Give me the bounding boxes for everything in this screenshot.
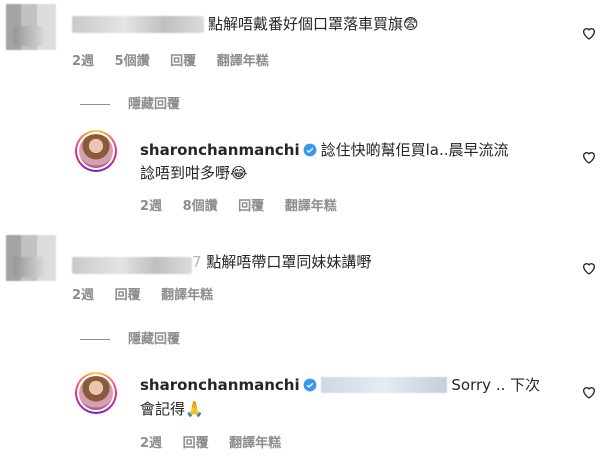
comment-body: 點解唔帶口罩同妹妹講嘢 <box>206 253 372 271</box>
hide-replies-toggle[interactable]: 隱藏回覆 <box>80 328 180 347</box>
comment-text: sharonchanmanchi Sorry .. 下次 <box>140 374 540 396</box>
heart-icon[interactable] <box>581 260 597 276</box>
reply-button[interactable]: 回覆 <box>115 288 141 303</box>
username-blurred[interactable] <box>72 257 192 274</box>
heart-icon[interactable] <box>581 149 597 165</box>
translate-button[interactable]: 翻譯年糕 <box>161 288 213 303</box>
translate-button[interactable]: 翻譯年糕 <box>217 54 269 69</box>
translate-button[interactable]: 翻譯年糕 <box>229 436 281 451</box>
comment-meta: 2週 5個讚 回覆 翻譯年糕 <box>72 50 285 69</box>
hide-replies-toggle[interactable]: 隱藏回覆 <box>80 93 180 112</box>
avatar[interactable] <box>75 130 117 172</box>
mention-blurred[interactable] <box>320 377 447 393</box>
divider <box>80 339 110 340</box>
comment-age: 2週 <box>140 436 163 451</box>
heart-icon[interactable] <box>581 384 597 400</box>
reply-button[interactable]: 回覆 <box>183 436 209 451</box>
reply-text-line1: Sorry .. 下次 <box>451 376 541 394</box>
hide-replies-label[interactable]: 隱藏回覆 <box>128 332 180 347</box>
divider <box>80 104 110 105</box>
verified-badge-icon <box>303 143 317 157</box>
comment-text: 點解唔戴番好個口罩落車買旗😨 <box>208 15 419 33</box>
avatar[interactable] <box>6 235 56 281</box>
reply-text-line2: 會記得🙏 <box>140 400 204 418</box>
verified-badge-icon <box>303 378 317 392</box>
avatar[interactable] <box>6 4 56 50</box>
hide-replies-label[interactable]: 隱藏回覆 <box>128 97 180 112</box>
comment-meta: 2週 回覆 翻譯年糕 <box>140 432 297 451</box>
reply-button[interactable]: 回覆 <box>238 199 264 214</box>
translate-button[interactable]: 翻譯年糕 <box>285 199 337 214</box>
comment-meta: 2週 8個讚 回覆 翻譯年糕 <box>140 195 353 214</box>
heart-icon[interactable] <box>581 25 597 41</box>
avatar[interactable] <box>75 372 117 414</box>
like-count[interactable]: 8個讚 <box>183 199 218 214</box>
username-partial[interactable]: 7 <box>192 253 202 271</box>
reply-button[interactable]: 回覆 <box>170 54 196 69</box>
comment-age: 2週 <box>72 288 95 303</box>
username[interactable]: sharonchanmanchi <box>140 376 300 394</box>
like-count[interactable]: 5個讚 <box>115 54 150 69</box>
username-blurred[interactable] <box>72 16 204 33</box>
reply-text-line1: 諗住快啲幫佢買la..晨早流流 <box>320 141 509 159</box>
comment-text: sharonchanmanchi 諗住快啲幫佢買la..晨早流流 <box>140 139 509 161</box>
username[interactable]: sharonchanmanchi <box>140 141 300 159</box>
comment-age: 2週 <box>140 199 163 214</box>
reply-text-line2: 諗唔到咁多嘢😂 <box>140 164 248 182</box>
comment-age: 2週 <box>72 54 95 69</box>
comment-text: 7 點解唔帶口罩同妹妹講嘢 <box>192 251 371 273</box>
comment-meta: 2週 回覆 翻譯年糕 <box>72 284 229 303</box>
